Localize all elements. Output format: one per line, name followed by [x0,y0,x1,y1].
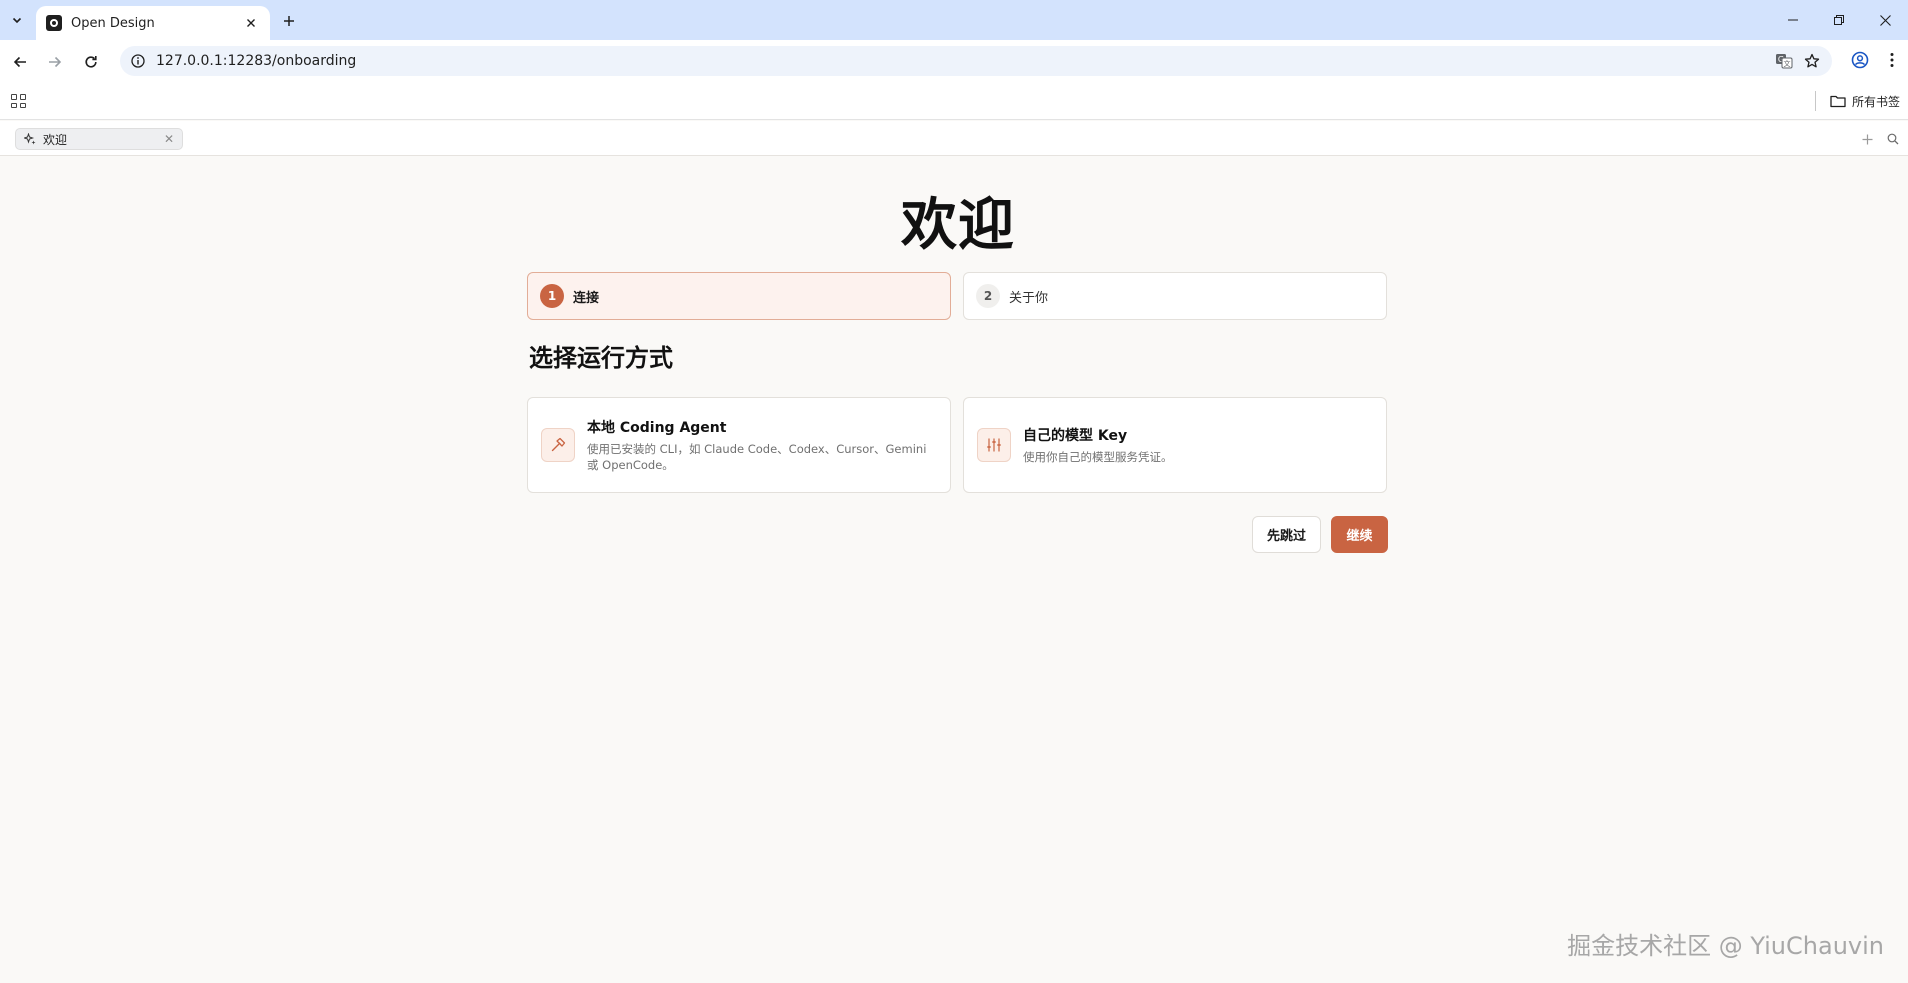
option-title: 本地 Coding Agent [587,420,727,436]
tab-list-button[interactable] [6,8,28,32]
toolbar-right-actions [1846,46,1908,74]
profile-button[interactable] [1846,46,1874,74]
continue-button[interactable]: 继续 [1331,516,1388,553]
forward-button[interactable] [42,49,68,75]
step-about-you[interactable]: 2 关于你 [963,272,1387,320]
window-close-button[interactable] [1862,0,1908,40]
close-icon [247,19,255,27]
plus-icon [1862,134,1872,144]
bookmark-star-button[interactable] [1798,47,1826,75]
browser-menu-button[interactable] [1878,46,1906,74]
plus-icon [284,16,294,26]
browser-tabstrip: Open Design [0,0,1908,40]
hammer-icon [541,428,575,462]
bookmarks-divider [1815,91,1816,111]
app-add-tab-button[interactable] [1858,130,1876,148]
option-title: 自己的模型 Key [1023,428,1128,444]
restore-icon [1834,15,1844,25]
option-own-model-key[interactable]: 自己的模型 Key 使用你自己的模型服务凭证。 [963,397,1387,493]
step-number: 1 [540,284,564,308]
folder-icon [1830,95,1846,108]
option-description: 使用你自己的模型服务凭证。 [1023,450,1173,464]
svg-text:文: 文 [1784,59,1791,68]
option-local-coding-agent[interactable]: 本地 Coding Agent 使用已安装的 CLI，如 Claude Code… [527,397,951,493]
option-description: 使用已安装的 CLI，如 Claude Code、Codex、Cursor、Ge… [587,442,927,472]
reload-icon [85,56,97,68]
page-title: 欢迎 [901,193,1015,258]
sliders-icon [977,428,1011,462]
all-bookmarks-label: 所有书签 [1852,94,1901,109]
reload-button[interactable] [78,49,104,75]
step-number: 2 [976,284,1000,308]
option-text: 自己的模型 Key 使用你自己的模型服务凭证。 [1023,425,1173,465]
step-label: 关于你 [1009,290,1049,306]
section-title: 选择运行方式 [529,344,673,372]
arrow-left-icon [13,56,26,68]
browser-tab-active[interactable]: Open Design [36,6,270,40]
app-tab-bar: 欢迎 ✕ [0,121,1908,156]
window-controls [1770,0,1908,40]
minimize-icon [1788,19,1798,21]
close-icon [1879,14,1891,26]
site-favicon-icon [46,15,62,31]
avatar-icon [1851,51,1869,69]
apps-grid-icon[interactable] [8,91,28,111]
app-tab-welcome[interactable]: 欢迎 ✕ [15,128,183,150]
step-label: 连接 [573,290,600,306]
option-text: 本地 Coding Agent 使用已安装的 CLI，如 Claude Code… [587,417,937,473]
back-button[interactable] [7,49,33,75]
browser-toolbar: 127.0.0.1:12283/onboarding G文 [0,40,1908,82]
app-search-button[interactable] [1884,130,1902,148]
arrow-right-icon [49,56,62,68]
browser-tab-title: Open Design [71,15,155,31]
site-info-button[interactable] [128,51,148,71]
more-vertical-icon [1890,53,1894,67]
info-icon [131,54,145,68]
app-tab-label: 欢迎 [43,132,68,147]
translate-icon: G文 [1776,54,1793,69]
watermark-text: 掘金技术社区 @ YiuChauvin [1567,932,1884,960]
all-bookmarks-button[interactable]: 所有书签 [1830,91,1900,111]
restore-button[interactable] [1816,0,1862,40]
app-tab-close-icon[interactable]: ✕ [164,133,174,145]
bookmarks-bar: 所有书签 [0,82,1908,120]
browser-tab-close-button[interactable] [242,14,260,32]
translate-button[interactable]: G文 [1770,47,1798,75]
step-connect[interactable]: 1 连接 [527,272,951,320]
skip-button[interactable]: 先跳过 [1252,516,1321,553]
new-tab-button[interactable] [276,9,302,33]
address-bar[interactable]: 127.0.0.1:12283/onboarding G文 [120,46,1832,76]
sparkle-icon [24,133,36,145]
search-icon [1887,133,1899,145]
address-url: 127.0.0.1:12283/onboarding [156,53,357,69]
minimize-button[interactable] [1770,0,1816,40]
star-icon [1804,53,1820,68]
chevron-down-icon [12,17,22,24]
